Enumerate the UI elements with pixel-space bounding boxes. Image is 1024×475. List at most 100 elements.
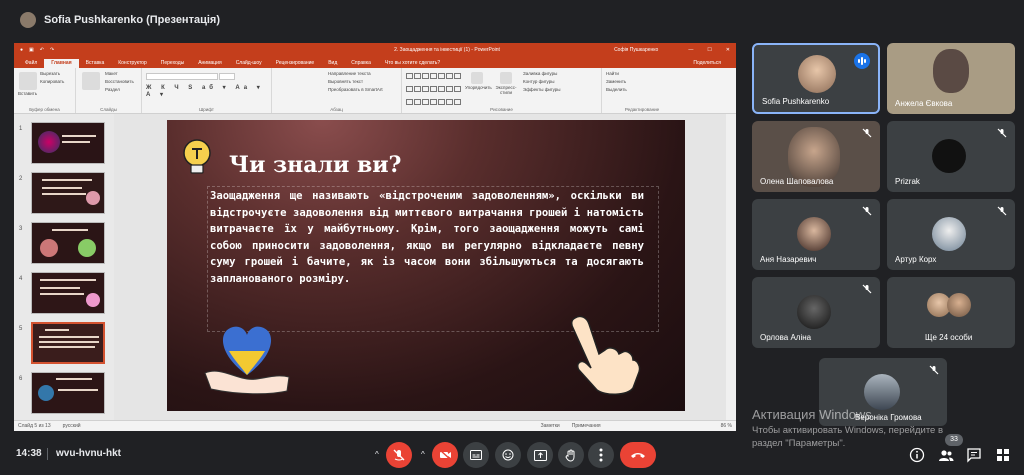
find-button[interactable]: Найти [606,70,678,78]
close-icon[interactable]: ✕ [726,47,730,53]
activities-icon[interactable] [995,447,1011,463]
mic-options-chevron-icon[interactable]: ^ [375,450,379,459]
captions-button[interactable] [463,442,489,468]
maximize-icon[interactable]: ☐ [707,47,711,53]
camera-options-chevron-icon[interactable]: ^ [421,450,425,459]
people-icon[interactable] [938,447,954,463]
participant-tile-orlova[interactable]: Орлова Аліна [752,277,880,348]
thumb-number: 1 [19,126,23,132]
avatar [797,295,831,329]
slide-thumbnail-1[interactable] [31,122,105,164]
reactions-button[interactable] [495,442,521,468]
tab-help[interactable]: Справка [344,59,378,68]
tab-transitions[interactable]: Переходы [154,59,191,68]
participant-name: Prizrak [895,177,920,186]
slide-editor-canvas[interactable]: Чи знали ви? Заощадження ще називають «в… [114,114,736,420]
smartart-button[interactable]: Преобразовать в SmartArt [328,86,397,94]
participant-tile-artur[interactable]: Артур Корх [887,199,1015,270]
slide-body-text[interactable]: Заощадження ще називають «відстроченим з… [210,188,644,287]
current-slide[interactable]: Чи знали ви? Заощадження ще називають «в… [167,120,685,411]
meeting-info-icon[interactable] [909,447,925,463]
speaking-indicator-icon [854,53,870,69]
people-count-badge: 33 [945,434,963,446]
tab-home[interactable]: Главная [44,59,79,68]
slide-thumbnail-4[interactable] [31,272,105,314]
tab-insert[interactable]: Вставка [79,59,112,68]
shared-screen-powerpoint: ● ▣ ↶ ↷ 2. Заощадження та інвестиції (1)… [14,43,736,431]
paste-label: Вставить [18,91,38,96]
mic-off-icon [997,206,1007,216]
camera-toggle-button[interactable] [432,442,458,468]
thumb-text [39,341,99,343]
minimize-icon[interactable]: — [688,47,693,53]
more-options-button[interactable] [588,442,614,468]
tab-design[interactable]: Конструктор [111,59,154,68]
redo-icon[interactable]: ↷ [50,47,54,53]
avatar [932,139,966,173]
undo-icon[interactable]: ↶ [40,47,44,53]
slide-thumbnail-6[interactable] [31,372,105,414]
notes-button[interactable]: Заметки [541,423,560,429]
window-controls: — ☐ ✕ [688,47,730,53]
ribbon-group-slides: Макет Восстановить Раздел Слайды [76,68,142,113]
slide-title[interactable]: Чи знали ви? [229,152,401,178]
paste-button[interactable]: Вставить [18,70,37,96]
copy-button[interactable]: Копировать [40,78,64,86]
section-button[interactable]: Раздел [105,86,134,94]
chat-icon[interactable] [966,447,982,463]
participant-tile-anzhela[interactable]: Анжела Євкова [887,43,1015,114]
align-text-button[interactable]: Выровнять текст [328,78,397,86]
mic-toggle-button[interactable] [386,442,412,468]
arrange-button[interactable]: Упорядочить [465,70,492,111]
slide-thumbnail-5-selected[interactable] [31,322,105,364]
slide-thumbnail-2[interactable] [31,172,105,214]
layout-button[interactable]: Макет [105,70,134,78]
leave-call-button[interactable] [620,442,656,468]
font-name-select[interactable] [146,73,218,80]
quick-access-toolbar: ● ▣ ↶ ↷ [20,47,280,53]
replace-button[interactable]: Заменить [606,78,678,86]
group-label: Слайды [100,107,117,112]
autosave-icon[interactable]: ● [20,47,23,53]
shape-fill-button[interactable]: Заливка фигуры [523,70,561,78]
tab-file[interactable]: Файл [18,59,44,68]
group-label: Редактирование [624,107,660,112]
participant-tile-more[interactable]: Ще 24 особи [887,277,1015,348]
avatar [797,217,831,251]
font-size-select[interactable] [219,73,236,80]
reset-button[interactable]: Восстановить [105,78,134,86]
text-direction-button[interactable]: Направление текста [328,70,397,78]
arrange-icon [471,72,483,84]
mic-off-icon [862,128,872,138]
shape-effects-button[interactable]: Эффекты фигуры [523,86,561,94]
vertical-scrollbar[interactable] [726,114,736,420]
zoom-level[interactable]: 86 % [721,423,732,429]
thumb-number: 4 [19,276,23,282]
save-icon[interactable]: ▣ [29,47,34,53]
ppt-user-name[interactable]: Софія Пушкаренко [614,47,658,53]
select-button[interactable]: Выделить [606,86,678,94]
participant-tile-olena[interactable]: Олена Шаповалова [752,121,880,192]
participant-tile-prizrak[interactable]: Prizrak [887,121,1015,192]
tab-review[interactable]: Рецензирование [269,59,322,68]
tell-me-search[interactable]: Что вы хотите сделать? [378,59,447,68]
share-button[interactable]: Поделиться [686,59,728,68]
comments-button[interactable]: Примечания [572,423,601,429]
participant-tile-anya[interactable]: Аня Назаревич [752,199,880,270]
cut-button[interactable]: Вырезать [40,70,64,78]
shape-outline-button[interactable]: Контур фигуры [523,78,561,86]
tab-animations[interactable]: Анимация [191,59,228,68]
quick-styles-button[interactable]: Экспресс-стили [493,70,519,111]
participant-name: Анжела Євкова [895,99,953,108]
tab-slideshow[interactable]: Слайд-шоу [229,59,269,68]
raise-hand-button[interactable] [558,442,584,468]
new-slide-button[interactable] [80,70,102,94]
slide-thumbnail-3[interactable] [31,222,105,264]
shapes-gallery[interactable] [406,73,461,111]
thumb-image [78,239,96,257]
presenter-banner-text: Sofia Pushkarenko (Презентація) [44,14,220,26]
participant-tile-sofia[interactable]: Sofia Pushkarenko [752,43,880,114]
tab-view[interactable]: Вид [321,59,344,68]
present-button[interactable] [527,442,553,468]
font-format-buttons[interactable]: Ж К Ч S аб ▾ Аа ▾ А ▾ [146,84,267,98]
